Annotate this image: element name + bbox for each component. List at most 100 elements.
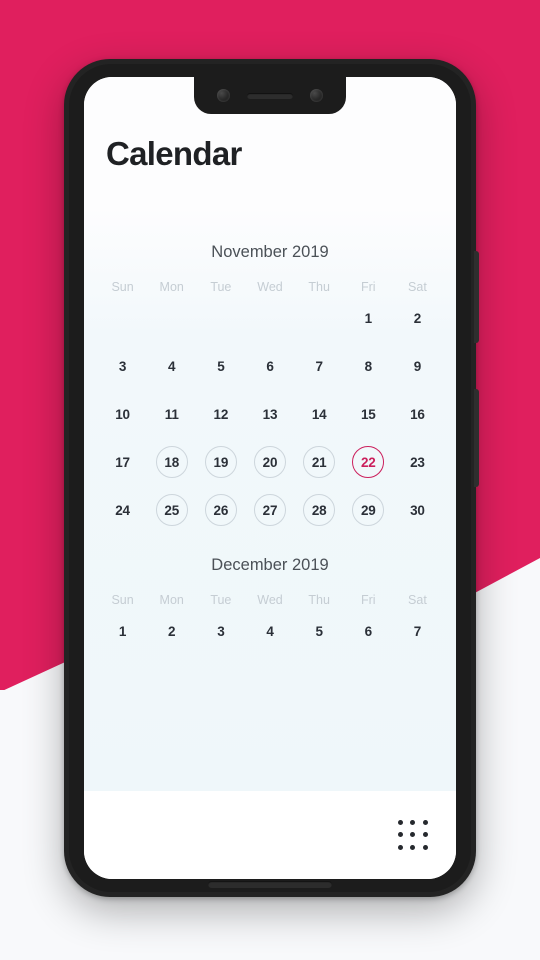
- day-number[interactable]: 19: [204, 446, 237, 478]
- day-number[interactable]: 18: [155, 446, 188, 478]
- day-cell[interactable]: 27: [245, 486, 294, 534]
- apps-grid-icon[interactable]: [396, 818, 430, 852]
- day-number[interactable]: 5: [303, 615, 335, 647]
- day-cell[interactable]: 25: [147, 486, 196, 534]
- calendar-scroll-area[interactable]: November 2019 Sun Mon Tue Wed Thu Fri Sat 1 2 3 4 5 6…: [84, 207, 456, 791]
- day-number[interactable]: 4: [156, 350, 188, 382]
- day-number[interactable]: 29: [352, 494, 385, 526]
- day-number[interactable]: 8: [352, 350, 384, 382]
- weekday-label-tue: Tue: [210, 593, 232, 607]
- weekday-label-fri: Fri: [360, 593, 376, 607]
- day-cell[interactable]: 11: [147, 390, 196, 438]
- phone-device: Calendar November 2019 Sun Mon Tue Wed Thu Fri…: [64, 59, 479, 897]
- day-number[interactable]: 10: [107, 398, 139, 430]
- day-number[interactable]: 14: [303, 398, 335, 430]
- day-number[interactable]: 6: [352, 615, 384, 647]
- day-cell[interactable]: 2: [147, 607, 196, 655]
- day-cell[interactable]: 3: [98, 342, 147, 390]
- grid-dot: [423, 819, 429, 825]
- day-number[interactable]: 26: [204, 494, 237, 526]
- day-number[interactable]: 27: [253, 494, 286, 526]
- weekday-label-mon: Mon: [159, 593, 184, 607]
- day-number[interactable]: 7: [303, 350, 335, 382]
- day-number[interactable]: 13: [254, 398, 286, 430]
- weekday-label-thu: Thu: [308, 593, 330, 607]
- grid-dot: [397, 845, 403, 851]
- day-cell[interactable]: 1: [98, 607, 147, 655]
- day-cell[interactable]: 2: [393, 294, 442, 342]
- grid-dot: [410, 845, 416, 851]
- day-number[interactable]: 23: [401, 446, 433, 478]
- day-cell[interactable]: 21: [295, 438, 344, 486]
- day-number[interactable]: 25: [155, 494, 188, 526]
- day-cell[interactable]: 12: [196, 390, 245, 438]
- day-number[interactable]: 15: [352, 398, 384, 430]
- weekday-label-sun: Sun: [111, 593, 134, 607]
- day-number[interactable]: 3: [107, 350, 139, 382]
- day-number[interactable]: 3: [205, 615, 237, 647]
- day-number[interactable]: 9: [401, 350, 433, 382]
- day-number[interactable]: 7: [401, 615, 433, 647]
- day-cell[interactable]: 8: [344, 342, 393, 390]
- day-number[interactable]: 30: [401, 494, 433, 526]
- day-number[interactable]: 2: [401, 302, 433, 334]
- day-cell[interactable]: 6: [344, 607, 393, 655]
- day-cell[interactable]: 4: [245, 607, 294, 655]
- day-cell[interactable]: 22: [344, 438, 393, 486]
- day-number[interactable]: 4: [254, 615, 286, 647]
- day-cell[interactable]: 20: [245, 438, 294, 486]
- day-cell[interactable]: 9: [393, 342, 442, 390]
- power-button[interactable]: [474, 251, 479, 343]
- day-cell[interactable]: 15: [344, 390, 393, 438]
- day-number[interactable]: 28: [303, 494, 336, 526]
- grid-dot: [423, 832, 429, 838]
- day-cell[interactable]: 7: [295, 342, 344, 390]
- day-cell[interactable]: 23: [393, 438, 442, 486]
- day-number[interactable]: 16: [401, 398, 433, 430]
- day-number[interactable]: 24: [107, 494, 139, 526]
- day-number[interactable]: 1: [107, 615, 139, 647]
- day-number[interactable]: 17: [107, 446, 139, 478]
- day-number[interactable]: 11: [156, 398, 188, 430]
- weekday-label-mon: Mon: [159, 280, 184, 294]
- day-cell[interactable]: 10: [98, 390, 147, 438]
- day-number[interactable]: 12: [205, 398, 237, 430]
- day-number[interactable]: 1: [352, 302, 384, 334]
- day-number[interactable]: 2: [156, 615, 188, 647]
- day-cell[interactable]: 4: [147, 342, 196, 390]
- day-cell[interactable]: 16: [393, 390, 442, 438]
- day-number[interactable]: 20: [253, 446, 286, 478]
- day-cell[interactable]: 29: [344, 486, 393, 534]
- day-cell[interactable]: 24: [98, 486, 147, 534]
- day-cell[interactable]: 3: [196, 607, 245, 655]
- day-cell[interactable]: 19: [196, 438, 245, 486]
- week-row: 12: [98, 294, 442, 342]
- grid-dot: [410, 832, 416, 838]
- day-cell[interactable]: 26: [196, 486, 245, 534]
- day-placeholder: [156, 302, 188, 334]
- day-cell[interactable]: 28: [295, 486, 344, 534]
- day-number[interactable]: 21: [303, 446, 336, 478]
- day-cell[interactable]: 7: [393, 607, 442, 655]
- earpiece-speaker-icon: [247, 92, 293, 99]
- day-cell[interactable]: 1: [344, 294, 393, 342]
- day-cell[interactable]: 18: [147, 438, 196, 486]
- weekday-label-sat: Sat: [408, 593, 427, 607]
- grid-dot: [423, 845, 429, 851]
- day-cell[interactable]: 5: [295, 607, 344, 655]
- volume-button[interactable]: [474, 389, 479, 487]
- day-cell[interactable]: 5: [196, 342, 245, 390]
- day-number[interactable]: 5: [205, 350, 237, 382]
- phone-screen: Calendar November 2019 Sun Mon Tue Wed Thu Fri…: [84, 77, 456, 879]
- grid-dot: [410, 819, 416, 825]
- day-selected[interactable]: 22: [352, 446, 385, 478]
- day-cell[interactable]: 30: [393, 486, 442, 534]
- weekday-label-thu: Thu: [308, 280, 330, 294]
- day-placeholder: [205, 302, 237, 334]
- day-number[interactable]: 6: [254, 350, 286, 382]
- day-cell[interactable]: 14: [295, 390, 344, 438]
- month-title: November 2019: [211, 243, 329, 261]
- day-cell[interactable]: 13: [245, 390, 294, 438]
- day-cell[interactable]: 17: [98, 438, 147, 486]
- day-cell[interactable]: 6: [245, 342, 294, 390]
